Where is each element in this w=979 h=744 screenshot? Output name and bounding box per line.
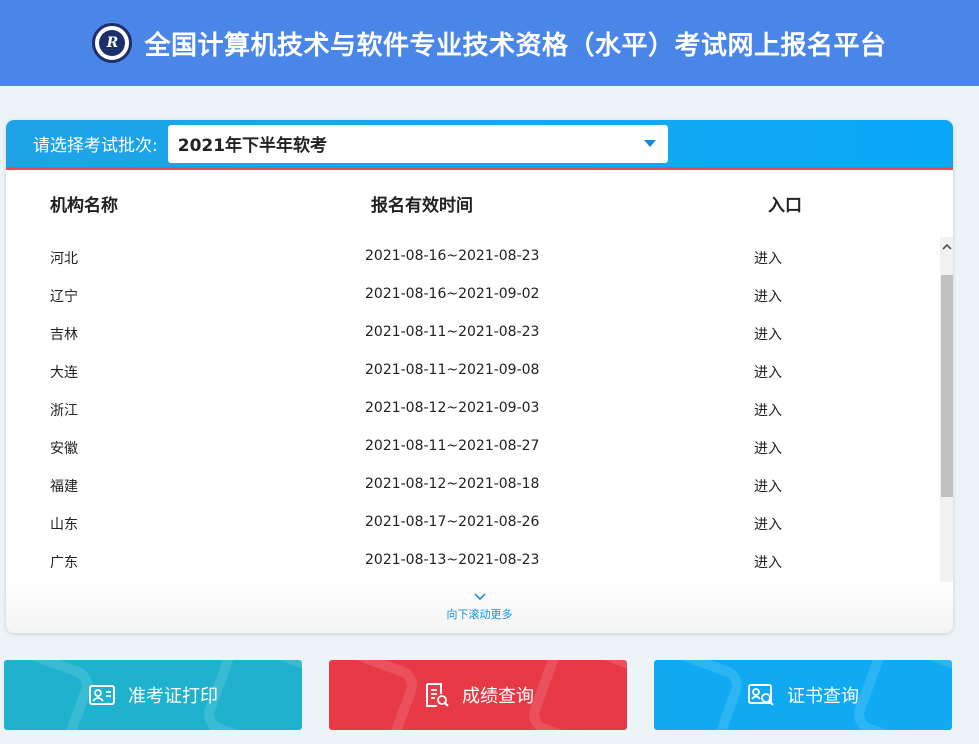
- table-body[interactable]: 河北 2021-08-16~2021-08-23 进入 辽宁 2021-08-1…: [6, 237, 940, 579]
- table-row: 辽宁 2021-08-16~2021-09-02 进入: [6, 275, 940, 313]
- batch-label: 请选择考试批次:: [33, 136, 158, 156]
- certificate-search-icon: [748, 684, 774, 706]
- institution-name: 福建: [50, 479, 78, 495]
- institution-name: 山东: [50, 517, 78, 533]
- institution-name: 大连: [50, 365, 78, 381]
- registration-period: 2021-08-12~2021-08-18: [365, 476, 540, 492]
- institution-name: 浙江: [50, 403, 78, 419]
- institution-name: 安徽: [50, 441, 78, 457]
- enter-link[interactable]: 进入: [754, 514, 782, 534]
- id-card-icon: [89, 685, 115, 705]
- table-row: 浙江 2021-08-12~2021-09-03 进入: [6, 389, 940, 427]
- admission-ticket-print-label: 准考证打印: [128, 686, 218, 707]
- admission-ticket-print-button[interactable]: 准考证打印: [4, 660, 302, 730]
- table-scrollbar[interactable]: [940, 237, 953, 582]
- table-row: 山东 2021-08-17~2021-08-26 进入: [6, 503, 940, 541]
- app-header: R 全国计算机技术与软件专业技术资格（水平）考试网上报名平台: [0, 0, 979, 86]
- registration-period: 2021-08-12~2021-09-03: [365, 400, 540, 416]
- scroll-more-text: 向下滚动更多: [446, 608, 513, 621]
- scrollbar-thumb[interactable]: [941, 275, 953, 497]
- institution-name: 广东: [50, 555, 78, 571]
- institution-name: 河北: [50, 251, 78, 267]
- enter-link[interactable]: 进入: [754, 476, 782, 496]
- document-search-icon: [426, 683, 449, 707]
- enter-link[interactable]: 进入: [754, 324, 782, 344]
- score-query-button[interactable]: 成绩查询: [329, 660, 627, 730]
- table-row: 吉林 2021-08-11~2021-08-23 进入: [6, 313, 940, 351]
- scroll-up-arrow-icon[interactable]: [940, 237, 953, 255]
- table-row: 河北 2021-08-16~2021-08-23 进入: [6, 237, 940, 275]
- scroll-more-hint[interactable]: 向下滚动更多: [6, 582, 953, 633]
- institution-name: 吉林: [50, 327, 78, 343]
- enter-link[interactable]: 进入: [754, 400, 782, 420]
- registration-period: 2021-08-11~2021-09-08: [365, 362, 540, 378]
- institution-name: 辽宁: [50, 289, 78, 305]
- column-header-institution: 机构名称: [50, 195, 118, 216]
- table-header: 机构名称 报名有效时间 入口: [6, 170, 953, 236]
- registration-period: 2021-08-11~2021-08-27: [365, 438, 540, 454]
- registration-period: 2021-08-13~2021-08-23: [365, 552, 540, 568]
- enter-link[interactable]: 进入: [754, 286, 782, 306]
- registration-period: 2021-08-17~2021-08-26: [365, 514, 540, 530]
- enter-link[interactable]: 进入: [754, 438, 782, 458]
- column-header-period: 报名有效时间: [371, 195, 473, 216]
- table-row: 广东 2021-08-13~2021-08-23 进入: [6, 541, 940, 579]
- score-query-label: 成绩查询: [462, 686, 534, 707]
- enter-link[interactable]: 进入: [754, 362, 782, 382]
- batch-selector-bar: 请选择考试批次: 2021年下半年软考: [6, 120, 953, 170]
- enter-link[interactable]: 进入: [754, 248, 782, 268]
- table-row: 安徽 2021-08-11~2021-08-27 进入: [6, 427, 940, 465]
- column-header-entry: 入口: [768, 195, 802, 216]
- enter-link[interactable]: 进入: [754, 552, 782, 572]
- logo-mark: R: [99, 30, 126, 56]
- certificate-query-label: 证书查询: [787, 686, 859, 707]
- caret-down-icon: [643, 140, 656, 147]
- registration-period: 2021-08-16~2021-08-23: [365, 248, 540, 264]
- table-row: 福建 2021-08-12~2021-08-18 进入: [6, 465, 940, 503]
- table-row: 大连 2021-08-11~2021-09-08 进入: [6, 351, 940, 389]
- logo: R: [92, 23, 133, 63]
- registration-period: 2021-08-16~2021-09-02: [365, 286, 540, 302]
- certificate-query-button[interactable]: 证书查询: [654, 660, 952, 730]
- registration-card: 请选择考试批次: 2021年下半年软考 机构名称 报名有效时间 入口 河北 20…: [6, 120, 953, 633]
- chevron-down-icon: [473, 593, 486, 601]
- registration-period: 2021-08-11~2021-08-23: [365, 324, 540, 340]
- batch-select[interactable]: 2021年下半年软考: [167, 124, 668, 163]
- page-title: 全国计算机技术与软件专业技术资格（水平）考试网上报名平台: [144, 30, 887, 61]
- batch-select-value: 2021年下半年软考: [177, 136, 328, 156]
